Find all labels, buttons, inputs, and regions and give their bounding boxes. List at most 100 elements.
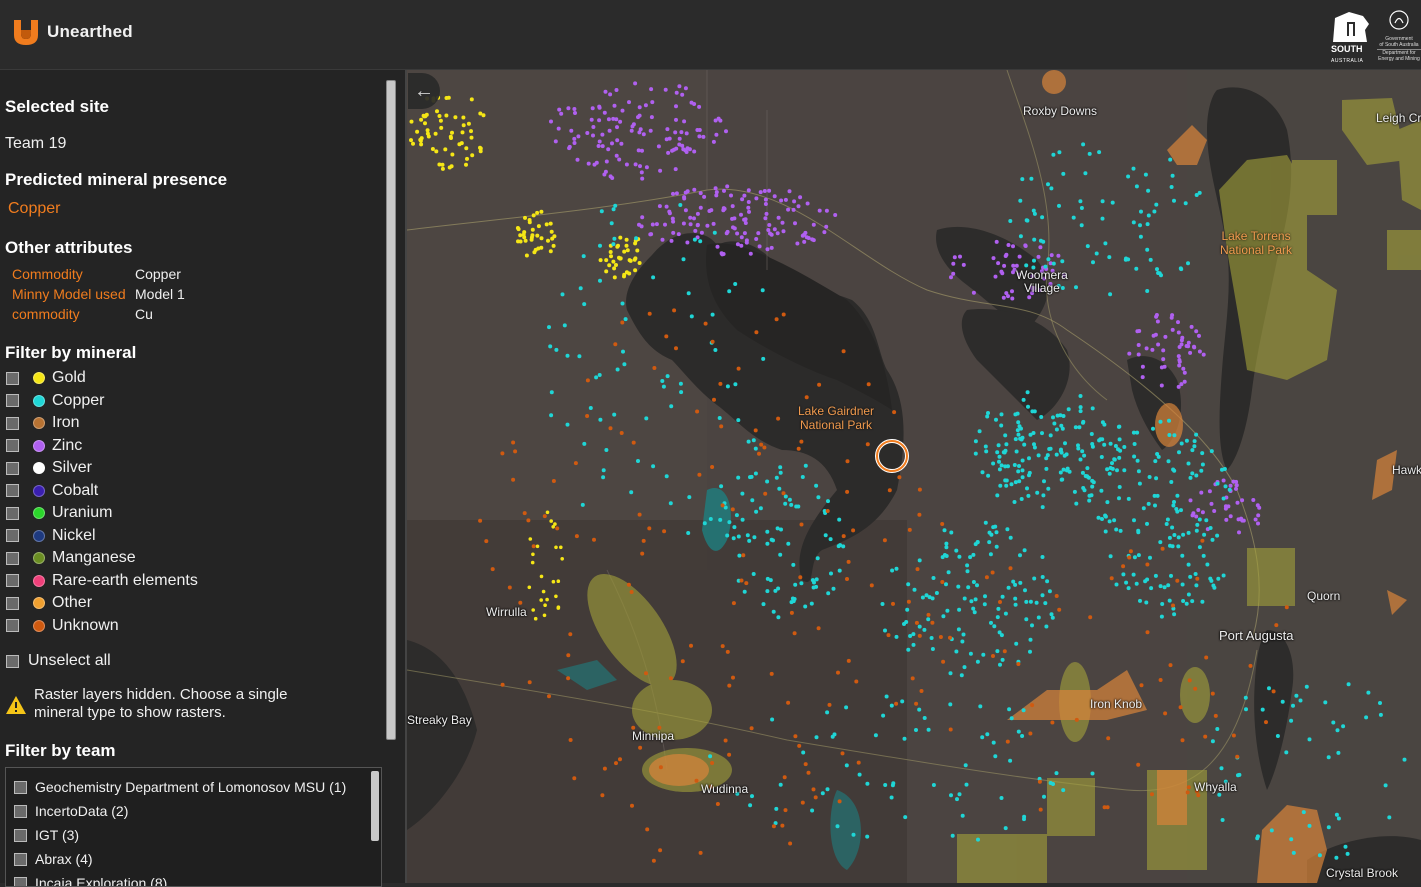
mineral-checkbox[interactable] [6, 394, 19, 407]
mineral-occurrence-point [1144, 601, 1148, 605]
mineral-occurrence-point [828, 703, 832, 707]
predicted-mineral-value: Copper [8, 200, 60, 218]
place-label: Leigh Cre [1376, 111, 1421, 125]
team-checkbox[interactable] [14, 805, 27, 818]
mineral-filter-uranium[interactable]: Uranium [6, 502, 112, 524]
mineral-filter-manganese[interactable]: Manganese [6, 547, 136, 569]
mineral-occurrence-point [554, 139, 558, 143]
mineral-filter-nickel[interactable]: Nickel [6, 525, 96, 547]
team-filter-item[interactable]: Geochemistry Department of Lomonosov MSU… [14, 779, 346, 795]
map-canvas[interactable] [407, 70, 1421, 883]
mineral-filter-unknown[interactable]: Unknown [6, 615, 119, 637]
mineral-filter-silver[interactable]: Silver [6, 457, 92, 479]
mineral-occurrence-point [1065, 452, 1069, 456]
mineral-checkbox[interactable] [6, 484, 19, 497]
mineral-checkbox[interactable] [6, 462, 19, 475]
mineral-checkbox[interactable] [6, 417, 19, 430]
mineral-occurrence-point [592, 538, 596, 542]
team-list-scrollbar[interactable] [371, 771, 379, 841]
mineral-occurrence-point [1018, 199, 1022, 203]
mineral-occurrence-point [589, 406, 593, 410]
mineral-occurrence-point [985, 732, 989, 736]
mineral-checkbox[interactable] [6, 439, 19, 452]
mineral-checkbox[interactable] [6, 507, 19, 520]
mineral-occurrence-point [657, 144, 661, 148]
mineral-occurrence-point [672, 308, 676, 312]
mineral-occurrence-point [1124, 257, 1128, 261]
mineral-occurrence-point [545, 598, 549, 602]
place-label: Wirrulla [486, 605, 527, 619]
sidebar-scrollbar-thumb[interactable] [386, 80, 396, 740]
mineral-occurrence-point [1016, 469, 1020, 473]
mineral-filter-gold[interactable]: Gold [6, 367, 86, 389]
unselect-all-checkbox[interactable] [6, 655, 19, 668]
mineral-checkbox[interactable] [6, 552, 19, 565]
team-checkbox[interactable] [14, 829, 27, 842]
mineral-occurrence-point [1194, 583, 1198, 587]
mineral-occurrence-point [674, 167, 678, 171]
mineral-filter-rare-earth-elements[interactable]: Rare-earth elements [6, 570, 198, 592]
mineral-checkbox[interactable] [6, 372, 19, 385]
mineral-occurrence-point [1151, 427, 1155, 431]
mineral-occurrence-point [762, 446, 766, 450]
mineral-occurrence-point [1148, 475, 1152, 479]
mineral-occurrence-point [953, 255, 957, 259]
mineral-occurrence-point [814, 585, 818, 589]
team-filter-item[interactable]: Incaia Exploration (8) [14, 875, 167, 887]
mineral-occurrence-point [1141, 365, 1145, 369]
mineral-occurrence-point [1026, 494, 1030, 498]
mineral-color-dot-icon [33, 462, 45, 474]
mineral-occurrence-point [985, 415, 989, 419]
mineral-occurrence-point [978, 429, 982, 433]
mineral-occurrence-point [607, 263, 611, 267]
mineral-filter-other[interactable]: Other [6, 592, 92, 614]
map-view[interactable] [407, 70, 1421, 883]
mineral-occurrence-point [798, 195, 802, 199]
mineral-occurrence-point [621, 109, 625, 113]
team-filter-item[interactable]: Abrax (4) [14, 851, 93, 867]
mineral-filter-zinc[interactable]: Zinc [6, 435, 82, 457]
mineral-occurrence-point [1029, 177, 1033, 181]
mineral-occurrence-point [825, 710, 829, 714]
mineral-occurrence-point [1177, 364, 1181, 368]
mineral-occurrence-point [441, 167, 445, 171]
mineral-occurrence-point [443, 147, 447, 151]
team-checkbox[interactable] [14, 853, 27, 866]
team-filter-list[interactable]: Geochemistry Department of Lomonosov MSU… [5, 767, 382, 887]
mineral-filter-iron[interactable]: Iron [6, 412, 80, 434]
mineral-occurrence-point [1032, 577, 1036, 581]
mineral-checkbox[interactable] [6, 597, 19, 610]
mineral-occurrence-point [915, 621, 919, 625]
mineral-occurrence-point [603, 111, 607, 115]
unselect-all-option[interactable]: Unselect all [6, 652, 111, 670]
mineral-checkbox[interactable] [6, 574, 19, 587]
mineral-occurrence-point [542, 590, 546, 594]
mineral-occurrence-point [779, 199, 783, 203]
mineral-checkbox[interactable] [6, 619, 19, 632]
mineral-occurrence-point [636, 459, 640, 463]
mineral-occurrence-point [1169, 480, 1173, 484]
mineral-occurrence-point [1209, 526, 1213, 530]
mineral-occurrence-point [737, 535, 741, 539]
mineral-occurrence-point [1017, 730, 1021, 734]
mineral-occurrence-point [575, 534, 579, 538]
team-checkbox[interactable] [14, 781, 27, 794]
team-checkbox[interactable] [14, 877, 27, 887]
mineral-occurrence-point [739, 213, 743, 217]
mineral-occurrence-point [435, 109, 439, 113]
mineral-occurrence-point [649, 87, 653, 91]
mineral-occurrence-point [1006, 294, 1010, 298]
mineral-checkbox[interactable] [6, 529, 19, 542]
mineral-occurrence-point [968, 555, 972, 559]
mineral-occurrence-point [1195, 529, 1199, 533]
mineral-occurrence-point [723, 207, 727, 211]
mineral-occurrence-point [1327, 825, 1331, 829]
mineral-occurrence-point [682, 119, 686, 123]
mineral-filter-copper[interactable]: Copper [6, 390, 104, 412]
mineral-occurrence-point [608, 129, 612, 133]
mineral-occurrence-point [903, 737, 907, 741]
mineral-filter-cobalt[interactable]: Cobalt [6, 480, 98, 502]
mineral-occurrence-point [1171, 328, 1175, 332]
team-filter-item[interactable]: IncertoData (2) [14, 803, 128, 819]
team-filter-item[interactable]: IGT (3) [14, 827, 79, 843]
